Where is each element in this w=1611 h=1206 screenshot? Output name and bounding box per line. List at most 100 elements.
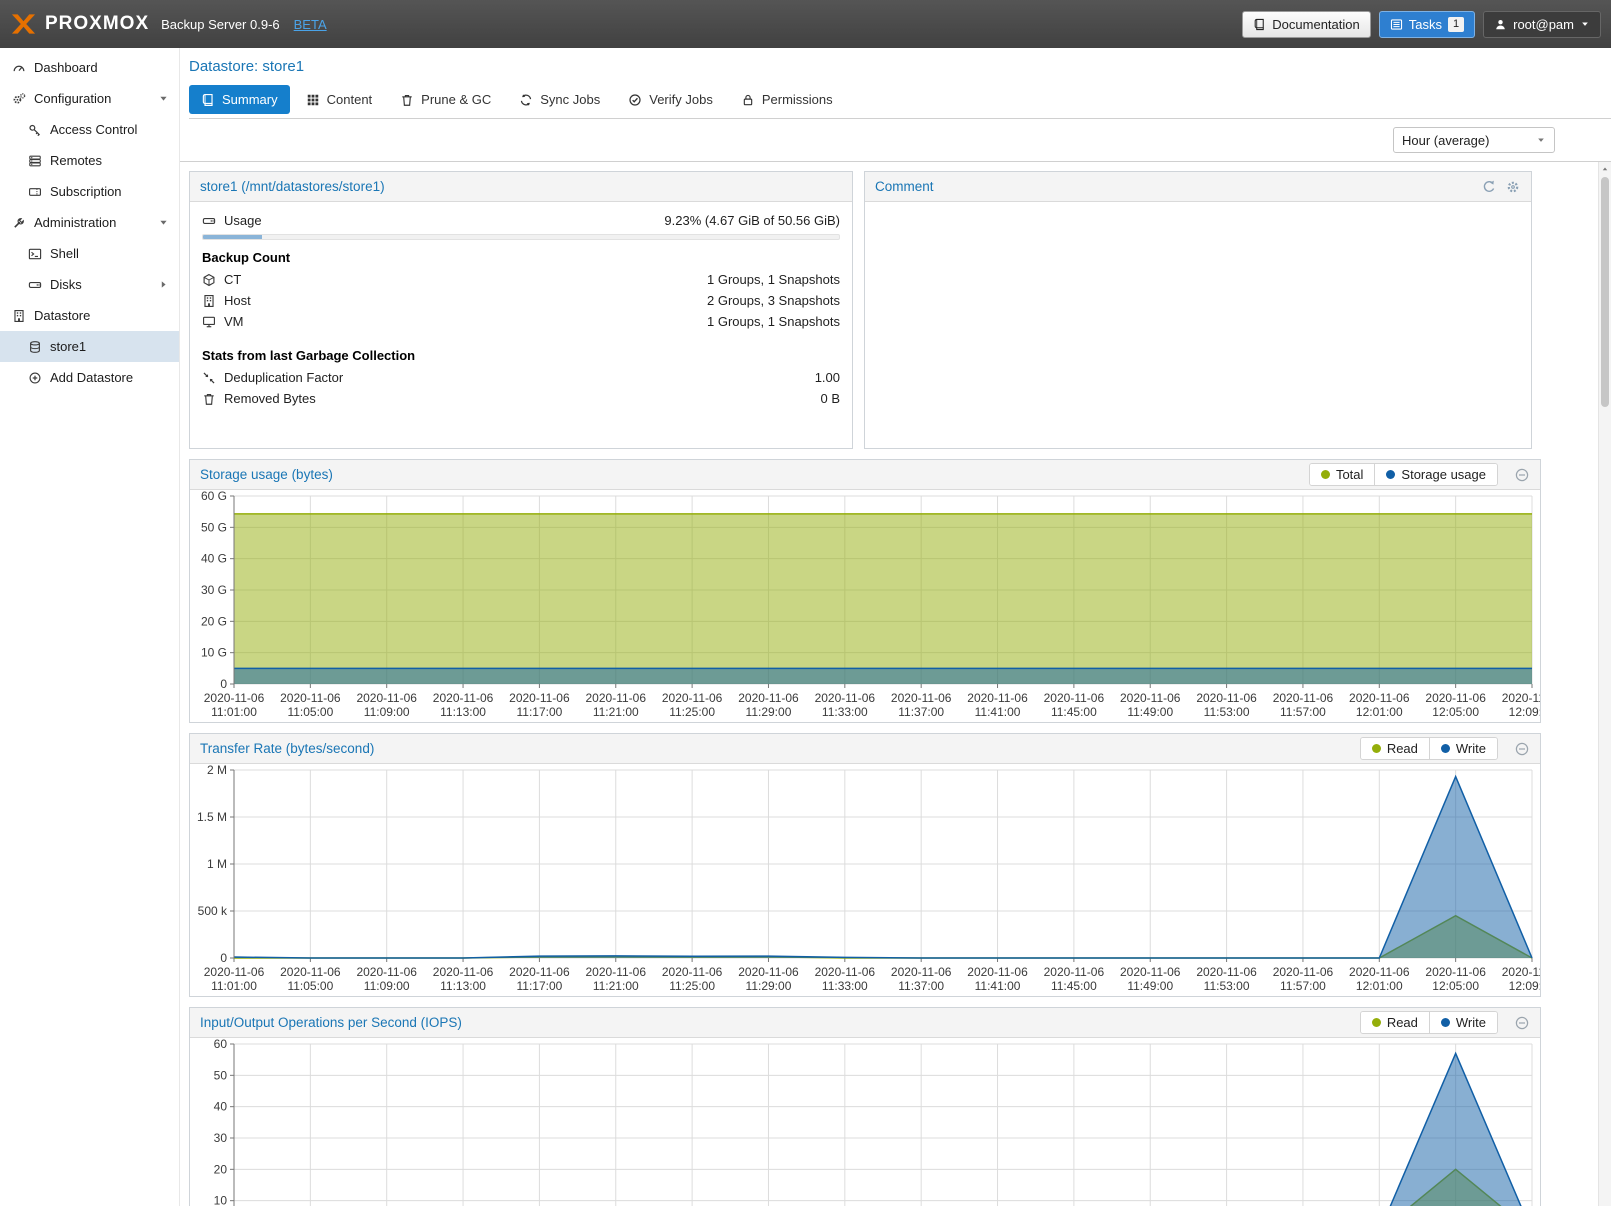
sidebar-item-disks[interactable]: Disks	[0, 269, 179, 300]
legend-item-write[interactable]: Write	[1429, 738, 1497, 759]
sidebar-item-label: Dashboard	[34, 60, 98, 75]
svg-text:12:01:00: 12:01:00	[1356, 979, 1403, 993]
collapse-icon[interactable]	[1514, 467, 1530, 483]
svg-text:2020-11-06: 2020-11-06	[815, 965, 876, 979]
storage-usage-chart-panel: Storage usage (bytes) Total S	[189, 459, 1541, 723]
legend-item-write[interactable]: Write	[1429, 1012, 1497, 1033]
svg-text:11:25:00: 11:25:00	[669, 979, 715, 993]
hdd-icon	[202, 214, 216, 228]
sidebar-item-remotes[interactable]: Remotes	[0, 145, 179, 176]
collapse-icon[interactable]	[1514, 1015, 1530, 1031]
sidebar-item-configuration[interactable]: Configuration	[0, 83, 179, 114]
ticket-icon	[28, 185, 42, 199]
sidebar-item-subscription[interactable]: Subscription	[0, 176, 179, 207]
gear-icon[interactable]	[1505, 179, 1521, 195]
sidebar-item-label: Disks	[50, 277, 82, 292]
svg-text:11:49:00: 11:49:00	[1127, 705, 1173, 719]
beta-link[interactable]: BETA	[294, 17, 327, 32]
svg-text:2020-11-06: 2020-11-06	[662, 965, 723, 979]
legend-label: Write	[1456, 741, 1486, 756]
sidebar-item-dashboard[interactable]: Dashboard	[0, 52, 179, 83]
tab-sync-jobs[interactable]: Sync Jobs	[507, 85, 612, 114]
chart-canvas: 0500 k1 M1.5 M2 M2020-11-0611:01:002020-…	[190, 764, 1540, 996]
tasks-button[interactable]: Tasks 1	[1379, 11, 1475, 38]
legend-label: Write	[1456, 1015, 1486, 1030]
stat-row-removed-bytes: Removed Bytes 0 B	[202, 388, 840, 409]
svg-text:2020-11-06: 2020-11-06	[280, 691, 341, 705]
svg-text:11:33:00: 11:33:00	[822, 979, 868, 993]
sidebar-item-shell[interactable]: Shell	[0, 238, 179, 269]
scroll-up-arrow-icon[interactable]	[1599, 162, 1611, 175]
svg-text:11:21:00: 11:21:00	[593, 705, 639, 719]
compress-icon	[202, 371, 216, 385]
trash-icon	[202, 392, 216, 406]
sidebar: Dashboard Configuration Access Control R…	[0, 48, 180, 1206]
building-icon	[12, 309, 26, 323]
tab-verify-jobs[interactable]: Verify Jobs	[616, 85, 725, 114]
documentation-button[interactable]: Documentation	[1242, 11, 1370, 38]
stat-label: CT	[224, 272, 241, 287]
scrollbar-thumb[interactable]	[1601, 177, 1609, 407]
stat-value: 0 B	[820, 391, 840, 406]
comment-body[interactable]	[865, 202, 1531, 218]
svg-text:2020-11-06: 2020-11-06	[1273, 691, 1334, 705]
legend-label: Read	[1387, 1015, 1418, 1030]
collapse-icon[interactable]	[1514, 741, 1530, 757]
panel-tools	[1481, 179, 1521, 195]
grid-icon	[306, 93, 320, 107]
svg-text:2020-11-06: 2020-11-06	[1425, 691, 1486, 705]
tab-summary[interactable]: Summary	[189, 85, 290, 114]
svg-text:11:21:00: 11:21:00	[593, 979, 639, 993]
sidebar-item-datastore[interactable]: Datastore	[0, 300, 179, 331]
tab-prune-gc[interactable]: Prune & GC	[388, 85, 503, 114]
svg-text:1 M: 1 M	[207, 857, 227, 871]
legend-item-read[interactable]: Read	[1361, 738, 1429, 759]
svg-text:10 G: 10 G	[201, 646, 227, 660]
stat-row-ct: CT 1 Groups, 1 Snapshots	[202, 269, 840, 290]
svg-text:2020-11-06: 2020-11-06	[356, 965, 417, 979]
transfer-rate-chart: 0500 k1 M1.5 M2 M2020-11-0611:01:002020-…	[190, 764, 1540, 996]
legend-item-read[interactable]: Read	[1361, 1012, 1429, 1033]
panel-header: Transfer Rate (bytes/second) Read	[190, 734, 1540, 764]
svg-text:40 G: 40 G	[201, 552, 227, 566]
tab-label: Verify Jobs	[649, 92, 713, 107]
chevron-right-icon	[158, 279, 169, 290]
svg-text:2020-11-06: 2020-11-06	[204, 691, 265, 705]
sidebar-item-label: Access Control	[50, 122, 137, 137]
svg-text:60: 60	[214, 1038, 228, 1051]
tab-label: Summary	[222, 92, 278, 107]
sidebar-item-add-datastore[interactable]: Add Datastore	[0, 362, 179, 393]
tab-content[interactable]: Content	[294, 85, 385, 114]
brand: PROXMOX Backup Server 0.9-6 BETA	[10, 13, 327, 35]
chart-title: Input/Output Operations per Second (IOPS…	[200, 1015, 462, 1030]
svg-text:11:45:00: 11:45:00	[1051, 705, 1097, 719]
tasks-badge: 1	[1448, 17, 1464, 32]
stat-row-vm: VM 1 Groups, 1 Snapshots	[202, 311, 840, 332]
svg-text:2020-11-06: 2020-11-06	[433, 691, 494, 705]
svg-text:2020-11-06: 2020-11-06	[738, 965, 799, 979]
svg-text:11:17:00: 11:17:00	[516, 979, 562, 993]
svg-text:2020-11-06: 2020-11-06	[738, 691, 799, 705]
svg-text:2020-11-06: 2020-11-06	[1196, 965, 1257, 979]
legend-item-storage-usage[interactable]: Storage usage	[1374, 464, 1497, 485]
svg-text:2020-11-06: 2020-11-06	[1044, 965, 1105, 979]
timeframe-select[interactable]: Hour (average)	[1393, 127, 1555, 153]
legend-item-total[interactable]: Total	[1310, 464, 1374, 485]
storage-usage-chart: 010 G20 G30 G40 G50 G60 G2020-11-0611:01…	[190, 490, 1540, 722]
panel-header: Input/Output Operations per Second (IOPS…	[190, 1008, 1540, 1038]
svg-text:11:01:00: 11:01:00	[211, 979, 257, 993]
sidebar-item-store1[interactable]: store1	[0, 331, 179, 362]
svg-text:2020-11-06: 2020-11-06	[1120, 691, 1181, 705]
sidebar-item-administration[interactable]: Administration	[0, 207, 179, 238]
documentation-label: Documentation	[1272, 17, 1359, 32]
app-body: Dashboard Configuration Access Control R…	[0, 48, 1611, 1206]
cogs-icon	[12, 92, 26, 106]
vertical-scrollbar[interactable]	[1598, 162, 1611, 1206]
legend-dot	[1441, 1018, 1450, 1027]
sidebar-item-access-control[interactable]: Access Control	[0, 114, 179, 145]
tab-permissions[interactable]: Permissions	[729, 85, 845, 114]
legend-label: Total	[1336, 467, 1363, 482]
refresh-circle-icon[interactable]	[1481, 179, 1497, 195]
summary-toolbar: Hour (average)	[180, 119, 1611, 162]
user-menu-button[interactable]: root@pam	[1483, 11, 1601, 38]
